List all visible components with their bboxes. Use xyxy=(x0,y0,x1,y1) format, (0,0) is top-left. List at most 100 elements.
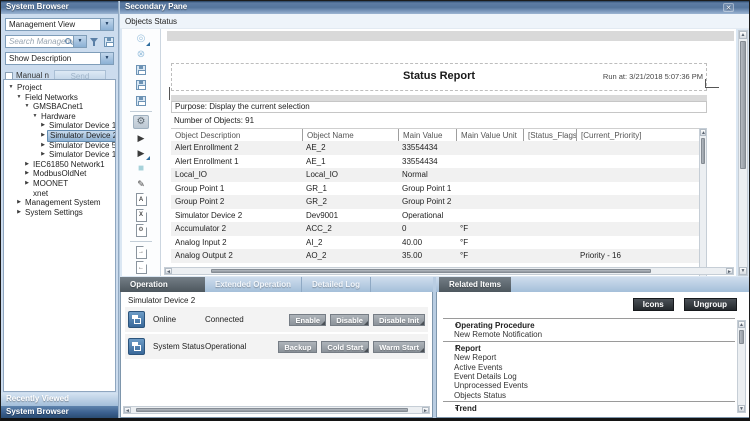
scroll-up-icon[interactable]: ▲ xyxy=(738,321,745,328)
table-vertical-scrollbar[interactable]: ▲ ▼ xyxy=(699,128,707,276)
scroll-up-icon[interactable]: ▲ xyxy=(739,31,747,39)
tab-operation[interactable]: Operation xyxy=(120,277,205,292)
chevron-collapsed-icon[interactable]: ▶ xyxy=(23,160,31,170)
report-title-selection[interactable]: Status Report Run at: 3/21/2018 5:07:36 … xyxy=(171,63,707,91)
table-row[interactable]: Analog Input 2AI_240.00°F xyxy=(171,236,707,250)
table-row[interactable]: Local_IOLocal_IONormal xyxy=(171,168,707,182)
tree-item-project[interactable]: ▼Project xyxy=(4,83,115,93)
table-row[interactable]: Simulator Device 2Dev9001Operational xyxy=(171,209,707,223)
tree-item-hardware[interactable]: ▼Hardware xyxy=(4,112,115,122)
chevron-collapsed-icon[interactable]: ▶ xyxy=(39,131,47,141)
chevron-collapsed-icon[interactable]: ▶ xyxy=(15,198,23,208)
related-items-scrollbar[interactable]: ▲ ▼ xyxy=(737,320,746,413)
tree-item-modbusoldnet[interactable]: ▶ModbusOldNet xyxy=(4,169,115,179)
scroll-thumb[interactable] xyxy=(701,138,705,164)
chevron-collapsed-icon[interactable]: ▶ xyxy=(39,150,47,160)
related-item-new-report[interactable]: New Report xyxy=(443,353,735,362)
scroll-right-icon[interactable]: ► xyxy=(422,407,429,413)
objects-status-tab[interactable]: Objects Status xyxy=(120,14,750,29)
save-icon[interactable] xyxy=(133,63,149,77)
chevron-collapsed-icon[interactable]: ▶ xyxy=(23,169,31,179)
tree-item-simulator-device-50[interactable]: ▶Simulator Device 50 xyxy=(4,141,115,151)
secondary-pane-header[interactable]: Secondary Pane ✕ xyxy=(120,1,750,14)
edit-icon[interactable]: ✎ xyxy=(133,177,149,191)
recently-viewed-bar[interactable]: Recently Viewed xyxy=(1,393,118,406)
column-header-main-value-unit[interactable]: Main Value Unit xyxy=(456,129,523,141)
related-item-unprocessed-events[interactable]: Unprocessed Events xyxy=(443,381,735,390)
relations-icon[interactable]: ◎ xyxy=(133,32,149,46)
run-options-icon[interactable]: ▶ xyxy=(133,146,149,160)
disable-button[interactable]: Disable xyxy=(330,314,369,326)
chevron-collapsed-icon[interactable]: ▶ xyxy=(15,208,23,218)
report-settings-icon[interactable]: ⚙ xyxy=(133,224,149,238)
tree-item-field-networks[interactable]: ▼Field Networks xyxy=(4,93,115,103)
ungroup-button[interactable]: Ungroup xyxy=(684,298,737,311)
search-chevron-down-icon[interactable]: ▼ xyxy=(73,36,86,47)
tree-item-moonet[interactable]: ▶MOONET xyxy=(4,179,115,189)
display-mode-selector[interactable]: Show Description ▼ xyxy=(5,52,114,65)
chevron-expanded-icon[interactable]: ▼ xyxy=(23,102,31,112)
chevron-collapsed-icon[interactable]: ▶ xyxy=(39,141,47,151)
scroll-thumb[interactable] xyxy=(739,330,744,344)
scroll-thumb[interactable] xyxy=(136,408,408,412)
tab-detailed-log[interactable]: Detailed Log xyxy=(302,277,371,292)
tree-item-system-settings[interactable]: ▶System Settings xyxy=(4,208,115,218)
scroll-thumb[interactable] xyxy=(740,41,746,169)
table-row[interactable]: Accumulator 2ACC_20°F xyxy=(171,222,707,236)
table-row[interactable]: Group Point 1GR_1Group Point 1 xyxy=(171,182,707,196)
related-item-objects-status[interactable]: Objects Status xyxy=(443,391,735,400)
report-horizontal-scrollbar[interactable]: ◄ ► xyxy=(164,267,734,275)
view-selector[interactable]: Management View ▼ xyxy=(5,18,114,31)
chevron-expanded-icon[interactable]: ▼ xyxy=(7,83,15,93)
scroll-down-icon[interactable]: ▼ xyxy=(738,405,745,412)
save-all-icon[interactable] xyxy=(133,94,149,108)
warm-start-button[interactable]: Warm Start xyxy=(373,341,425,353)
cold-start-button[interactable]: Cold Start xyxy=(321,341,369,353)
run-icon[interactable]: ▶ xyxy=(133,131,149,145)
chevron-down-icon[interactable]: ▼ xyxy=(100,19,113,30)
disable-init-button[interactable]: Disable Init xyxy=(373,314,425,326)
column-header-object-name[interactable]: Object Name xyxy=(302,129,398,141)
import-icon[interactable]: ← xyxy=(133,261,149,275)
table-row[interactable]: Group Point 2GR_2Group Point 2 xyxy=(171,195,707,209)
filter-icon[interactable] xyxy=(90,37,100,47)
tree-item-management-system[interactable]: ▶Management System xyxy=(4,198,115,208)
export-excel-icon[interactable]: X xyxy=(133,208,149,222)
scroll-right-icon[interactable]: ► xyxy=(726,268,733,274)
tree-item-iec61850-network1[interactable]: ▶IEC61850 Network1 xyxy=(4,160,115,170)
column-header-current-priority[interactable]: [Current_Priority] xyxy=(576,129,696,141)
scroll-down-icon[interactable]: ▼ xyxy=(739,267,747,275)
related-item-active-events[interactable]: Active Events xyxy=(443,363,735,372)
system-browser-footer-bar[interactable]: System Browser xyxy=(1,406,118,419)
scroll-left-icon[interactable]: ◄ xyxy=(124,407,131,413)
tree-item-simulator-device-100[interactable]: ▶Simulator Device 100 xyxy=(4,150,115,160)
system-browser-header[interactable]: System Browser xyxy=(1,1,118,14)
stop-icon[interactable]: ■ xyxy=(133,162,149,176)
chevron-expanded-icon[interactable]: ▼ xyxy=(15,93,23,103)
tree-item-gmsbacnet1[interactable]: ▼GMSBACnet1 xyxy=(4,102,115,112)
save-as-icon[interactable] xyxy=(133,78,149,92)
table-row[interactable]: Alert Enrollment 1AE_133554434 xyxy=(171,155,707,169)
chevron-collapsed-icon[interactable]: ▶ xyxy=(23,179,31,189)
table-row[interactable]: Analog Output 2AO_235.00°FPriority - 16 xyxy=(171,249,707,263)
scroll-up-icon[interactable]: ▲ xyxy=(700,129,706,136)
close-icon[interactable]: ✕ xyxy=(723,3,734,12)
column-header-main-value[interactable]: Main Value xyxy=(398,129,456,141)
search-input[interactable]: Search Management ▼ xyxy=(5,35,87,48)
related-group-report[interactable]: ▼Report xyxy=(443,344,735,353)
scroll-thumb[interactable] xyxy=(211,269,651,273)
chevron-expanded-icon[interactable]: ▼ xyxy=(31,112,39,122)
cancel-icon[interactable]: ⊗ xyxy=(133,48,149,62)
column-header-status-flags[interactable]: [Status_Flags] xyxy=(523,129,576,141)
tab-related-items[interactable]: Related Items xyxy=(439,277,511,292)
tree-item-xnet[interactable]: xnet xyxy=(4,189,115,199)
column-header-object-description[interactable]: Object Description xyxy=(171,129,302,141)
chevron-collapsed-icon[interactable]: ▶ xyxy=(39,121,47,131)
save-search-icon[interactable] xyxy=(104,37,114,47)
pane-vertical-scrollbar[interactable]: ▲ ▼ xyxy=(738,30,748,276)
chevron-down-icon[interactable]: ▼ xyxy=(100,53,113,64)
tab-extended-operation[interactable]: Extended Operation xyxy=(205,277,302,292)
related-group-operating-procedure[interactable]: ▼Operating Procedure xyxy=(443,321,735,330)
scroll-left-icon[interactable]: ◄ xyxy=(165,268,172,274)
related-item-event-details-log[interactable]: Event Details Log xyxy=(443,372,735,381)
